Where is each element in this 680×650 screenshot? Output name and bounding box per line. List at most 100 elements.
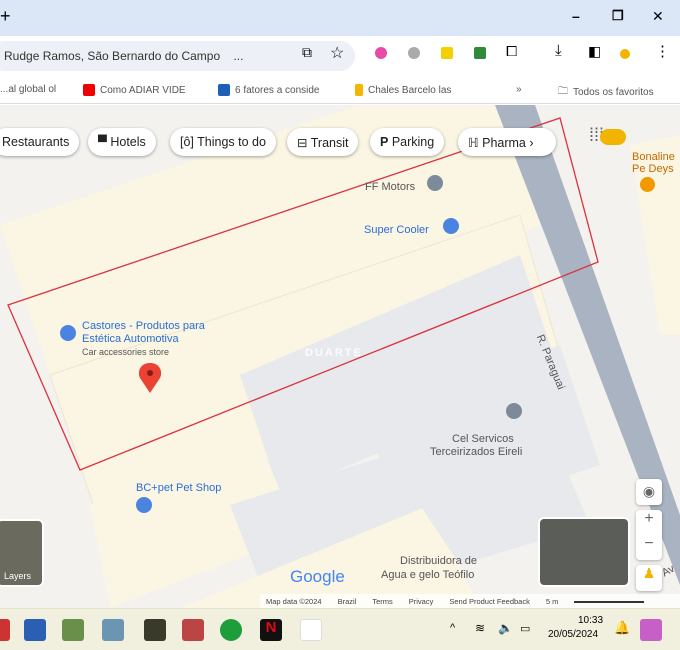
layers-label: Layers xyxy=(4,571,32,581)
region-link[interactable]: Brazil xyxy=(338,597,357,606)
bookmark-item[interactable]: Chales Barcelo las xyxy=(355,84,451,96)
google-logo: Google xyxy=(290,567,345,586)
place-label[interactable]: Bonaline Pe Deys xyxy=(632,151,680,175)
extension-icon[interactable] xyxy=(474,46,486,64)
profile-icon[interactable] xyxy=(620,46,630,64)
chip-label: Restaurants xyxy=(2,135,70,149)
shopping-marker-icon[interactable] xyxy=(136,497,152,513)
netflix-icon[interactable]: N xyxy=(260,619,282,641)
shopping-marker-icon[interactable] xyxy=(60,325,76,341)
chip-label: Hotels xyxy=(110,135,146,149)
notification-bell-icon[interactable]: 🔔 xyxy=(614,620,630,636)
more-bookmarks-button[interactable]: » xyxy=(516,84,522,95)
taskbar-app-icon[interactable] xyxy=(0,619,10,641)
clock-time[interactable]: 10:33 xyxy=(578,615,603,626)
tray-chevron-icon[interactable]: ^ xyxy=(450,622,455,634)
menu-icon[interactable]: ⋮ xyxy=(655,42,670,60)
place-label[interactable]: Cel Servicos xyxy=(452,433,514,445)
place-label[interactable]: Agua e gelo Teófilo xyxy=(381,569,474,581)
chip-restaurants[interactable]: Restaurants xyxy=(0,128,80,156)
folder-icon: 🗀 xyxy=(558,86,568,97)
chip-things-to-do[interactable]: [ô] Things to do xyxy=(170,128,276,156)
download-icon[interactable]: ⤓ xyxy=(555,42,562,59)
chip-hotels[interactable]: ▀ Hotels xyxy=(88,128,156,156)
calculator-icon[interactable] xyxy=(102,619,124,641)
place-marker-icon[interactable] xyxy=(427,175,443,191)
zoom-out-button[interactable]: − xyxy=(636,535,662,553)
taskbar: N ^ ≋ 🔈 ▭ 10:33 20/05/2024 🔔 xyxy=(0,608,680,650)
new-tab-button[interactable]: + xyxy=(0,6,11,27)
food-marker-icon[interactable] xyxy=(640,177,655,192)
copilot-icon[interactable] xyxy=(640,619,662,641)
place-category: Car accessories store xyxy=(82,347,170,357)
taskbar-app-icon[interactable] xyxy=(62,619,84,641)
place-label[interactable]: Super Cooler xyxy=(364,224,429,236)
terms-link[interactable]: Terms xyxy=(372,597,392,606)
word-icon[interactable] xyxy=(24,619,46,641)
all-bookmarks-folder[interactable]: 🗀 Todos os favoritos xyxy=(558,84,654,101)
extension-icon[interactable] xyxy=(375,46,387,64)
parking-icon: P xyxy=(380,135,389,149)
things-to-do-icon: [ô] xyxy=(180,135,194,149)
battery-icon[interactable]: ▭ xyxy=(520,622,530,635)
install-app-icon[interactable]: ⧉ xyxy=(302,44,312,61)
bookmark-label: Chales Barcelo las xyxy=(368,84,452,96)
chip-transit[interactable]: ⊟ Transit xyxy=(287,128,359,156)
my-location-button[interactable]: ◉ xyxy=(636,479,662,505)
place-marker-icon[interactable] xyxy=(506,403,522,419)
wifi-icon[interactable]: ≋ xyxy=(475,621,485,635)
place-label[interactable]: FF Motors xyxy=(365,181,415,193)
close-button[interactable]: ✕ xyxy=(652,8,664,25)
bookmark-item[interactable]: Como ADIAR VIDE xyxy=(83,84,186,96)
extension-icon[interactable] xyxy=(408,46,420,64)
chip-parking[interactable]: P Parking xyxy=(370,128,445,156)
bookmark-label: Todos os favoritos xyxy=(573,87,654,98)
taskbar-app-icon[interactable] xyxy=(182,619,204,641)
chips-next-button[interactable]: › xyxy=(529,136,533,150)
chip-pharmacy[interactable]: ℍ Pharma › xyxy=(458,128,556,156)
chip-label: Transit xyxy=(310,136,349,150)
taskbar-app-icon[interactable] xyxy=(220,619,242,641)
map-canvas[interactable]: Restaurants ▀ Hotels [ô] Things to do ⊟ … xyxy=(0,105,680,608)
side-panel-icon[interactable]: ◧ xyxy=(588,43,601,60)
bookmark-item[interactable]: 6 fatores a conside xyxy=(218,84,320,96)
feedback-link[interactable]: Send Product Feedback xyxy=(449,597,529,606)
taskbar-app-icon[interactable] xyxy=(300,619,322,641)
chip-label: Things to do xyxy=(197,135,266,149)
map-data-attribution: Map data ©2024 xyxy=(266,597,322,606)
title-bar: + – ❐ ✕ xyxy=(0,0,680,36)
clock-date[interactable]: 20/05/2024 xyxy=(548,629,598,640)
chip-label: Parking xyxy=(391,135,435,149)
place-label[interactable]: Castores - Produtos para xyxy=(82,320,205,332)
scale-label[interactable]: 5 m xyxy=(546,597,559,606)
street-view-thumbnail[interactable] xyxy=(538,517,630,587)
layers-button[interactable]: Layers xyxy=(0,519,44,587)
extensions-puzzle-icon[interactable]: ⧠ xyxy=(506,43,517,60)
account-avatar[interactable] xyxy=(600,129,626,145)
pharmacy-icon: ℍ xyxy=(468,136,479,150)
pegman-icon[interactable]: ♟ xyxy=(636,565,662,591)
shopping-marker-icon[interactable] xyxy=(443,218,459,234)
bookmarks-bar: ...al global ol Como ADIAR VIDE 6 fatore… xyxy=(0,76,680,104)
chip-label: Pharma xyxy=(482,136,526,150)
zoom-in-button[interactable]: + xyxy=(636,510,662,535)
scale-bar xyxy=(574,597,645,603)
watermark: DUARTE xyxy=(305,347,363,359)
bookmark-label: ...al global ol xyxy=(0,84,57,95)
address-ellipsis: ... xyxy=(233,49,244,63)
bookmark-star-icon[interactable]: ☆ xyxy=(330,43,344,63)
minimize-button[interactable]: – xyxy=(572,8,580,24)
sticky-notes-icon[interactable] xyxy=(144,619,166,641)
zoom-controls: + − xyxy=(636,510,662,560)
restore-button[interactable]: ❐ xyxy=(612,8,624,24)
place-label[interactable]: Estética Automotiva xyxy=(82,333,179,345)
place-label[interactable]: BC+pet Pet Shop xyxy=(136,482,221,494)
map-footer: Map data ©2024 Brazil Terms Privacy Send… xyxy=(260,594,680,608)
bookmark-item[interactable]: ...al global ol xyxy=(0,84,56,95)
extension-icon[interactable] xyxy=(441,46,453,64)
place-label[interactable]: Terceirizados Eireli xyxy=(430,446,522,458)
place-label[interactable]: Distribuidora de xyxy=(400,555,477,567)
hotel-icon: ▀ xyxy=(98,135,107,149)
privacy-link[interactable]: Privacy xyxy=(409,597,434,606)
volume-icon[interactable]: 🔈 xyxy=(498,621,513,635)
